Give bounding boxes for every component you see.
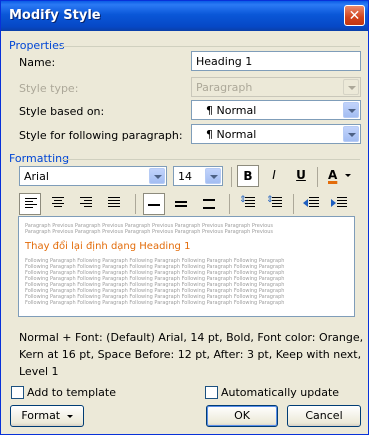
align-right-button[interactable] [75,193,97,215]
arrow-right-icon [331,199,336,207]
font-name-value: Arial [24,170,49,183]
align-center-icon [52,197,64,209]
arrow-left-icon [303,199,308,207]
one-half-spacing-icon [175,201,187,207]
double-spacing-button[interactable] [199,193,221,215]
font-color-icon: A [328,168,338,182]
automatically-update-label[interactable]: Automatically update [221,386,339,399]
justify-button[interactable] [103,193,125,215]
name-label: Name: [19,56,56,69]
decrease-indent-button[interactable] [301,193,323,215]
increase-indent-button[interactable] [329,193,351,215]
add-to-template-label[interactable]: Add to template [27,386,116,399]
toolbar-separator [231,167,232,187]
format-button[interactable]: Format [10,405,84,427]
bold-button[interactable]: B [237,165,259,187]
chevron-down-icon [66,414,73,418]
double-spacing-icon [203,199,215,209]
modify-style-dialog: Modify Style ✕ Properties Name: Heading … [0,0,369,435]
toolbar-separator [317,167,318,187]
close-icon: ✕ [348,8,361,24]
single-spacing-button[interactable] [143,193,165,215]
following-paragraph-label: Style for following paragraph: [19,129,183,142]
increase-indent-icon [337,197,349,209]
style-description: Normal + Font: (Default) Arial, 14 pt, B… [19,331,364,378]
chevron-down-icon [345,174,351,177]
formatting-divider [61,159,360,160]
justify-icon [108,197,120,209]
chevron-down-icon[interactable] [343,126,359,142]
style-type-dropdown: Paragraph [191,77,361,97]
align-left-button[interactable] [19,193,41,215]
automatically-update-checkbox[interactable] [205,386,218,399]
font-name-dropdown[interactable]: Arial [19,166,167,186]
style-type-value: Paragraph [196,81,253,94]
font-size-dropdown[interactable]: 14 [173,166,223,186]
close-button[interactable]: ✕ [344,5,365,26]
chevron-down-icon[interactable] [205,168,221,184]
following-paragraph-dropdown[interactable]: ¶ Normal [191,124,361,144]
cancel-button[interactable]: Cancel [287,405,361,427]
properties-group-label: Properties [9,39,65,52]
title-bar[interactable]: Modify Style ✕ [1,1,368,31]
align-left-icon [25,198,37,210]
decrease-indent-icon [309,197,321,209]
chevron-down-icon [343,79,359,95]
chevron-down-icon[interactable] [149,168,165,184]
toolbar-separator [293,194,294,214]
dialog-title: Modify Style [9,8,101,23]
preview-heading-text: Thay đổi lại định dạng Heading 1 [25,241,191,252]
one-half-spacing-button[interactable] [171,193,193,215]
following-paragraph-value: ¶ Normal [206,128,257,141]
style-preview: Paragraph Previous Paragraph Previous Pa… [18,216,355,317]
format-button-label: Format [21,409,61,422]
font-size-value: 14 [178,170,192,183]
space-before-decrease-icon [272,197,284,209]
single-spacing-icon [148,204,160,206]
underline-button[interactable]: U [290,165,312,187]
font-color-button[interactable]: A [323,165,353,187]
style-based-on-label: Style based on: [19,105,105,118]
add-to-template-checkbox[interactable] [11,386,24,399]
space-before-increase-icon [245,197,257,209]
style-based-on-dropdown[interactable]: ¶ Normal [191,100,361,120]
toolbar-separator [229,194,230,214]
increase-space-before-button[interactable]: ⇕ [237,193,259,215]
toolbar-separator [135,194,136,214]
arrow-up-down-icon: ⇕ [266,195,274,205]
ok-button[interactable]: OK [206,405,278,427]
style-type-label: Style type: [19,82,79,95]
align-center-button[interactable] [47,193,69,215]
italic-button[interactable]: I [263,165,285,187]
preview-previous-paragraph: Paragraph Previous Paragraph Previous Pa… [25,229,274,235]
preview-following-paragraph: Following Paragraph Following Paragraph … [25,300,285,306]
chevron-down-icon[interactable] [343,102,359,118]
decrease-space-before-button[interactable]: ⇕ [264,193,286,215]
properties-divider [61,46,360,47]
arrow-up-down-icon: ⇕ [239,195,247,205]
style-based-on-value: ¶ Normal [206,104,257,117]
name-input[interactable]: Heading 1 [191,51,361,71]
align-right-icon [80,197,92,209]
name-input-value: Heading 1 [196,55,253,68]
